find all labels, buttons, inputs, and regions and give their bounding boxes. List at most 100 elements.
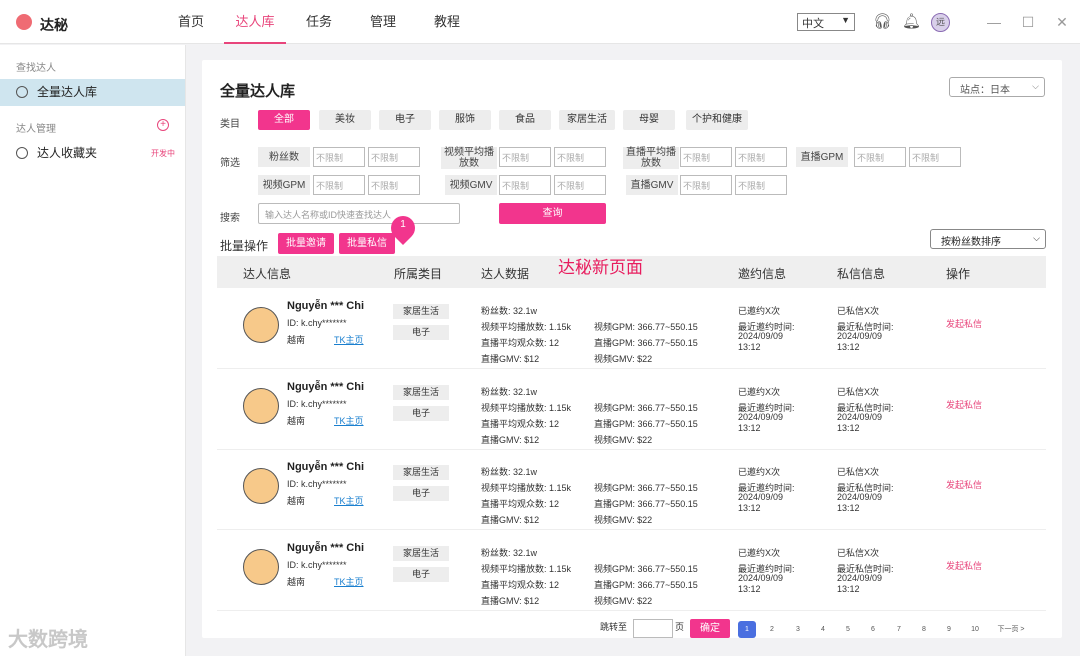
filter-video-gmv-min[interactable]: 不限制 (499, 175, 551, 195)
filter-live-avg-min[interactable]: 不限制 (680, 147, 732, 167)
tk-home-link[interactable]: TK主页 (334, 575, 364, 588)
page-button[interactable]: 10 (966, 621, 984, 638)
headset-icon[interactable]: 🎧︎ (873, 13, 892, 31)
tk-home-link[interactable]: TK主页 (334, 414, 364, 427)
page-button[interactable]: 9 (940, 621, 958, 638)
message-date: 2024/09/09 (837, 492, 883, 502)
filter-live-gpm-max[interactable]: 不限制 (909, 147, 961, 167)
creator-name: Nguyễn *** Chi (287, 300, 365, 312)
batch-invite-button[interactable]: 批量邀请 (278, 233, 334, 254)
filter-video-avg-min[interactable]: 不限制 (499, 147, 551, 167)
filter-live-gmv-max[interactable]: 不限制 (735, 175, 787, 195)
main-nav: 首页 达人库 任务 管理 教程 (160, 0, 480, 44)
message-clock: 13:12 (837, 503, 860, 513)
message-clock: 13:12 (837, 423, 860, 433)
filter-video-avg-max[interactable]: 不限制 (554, 147, 606, 167)
watermark: 大数跨境 (8, 629, 88, 651)
category-tag: 电子 (393, 406, 449, 421)
category-apparel[interactable]: 服饰 (439, 110, 491, 130)
page-button[interactable]: 4 (814, 621, 832, 638)
creator-id: ID: k.chy******* (287, 399, 347, 409)
creator-id: ID: k.chy******* (287, 318, 347, 328)
filter-video-gpm-max[interactable]: 不限制 (368, 175, 420, 195)
category-home[interactable]: 家居生活 (559, 110, 615, 130)
nav-home[interactable]: 首页 (160, 0, 222, 44)
filter-fans-label: 粉丝数 (258, 147, 310, 167)
maximize-icon[interactable]: ☐ (1019, 12, 1037, 32)
nav-manage[interactable]: 管理 (352, 0, 414, 44)
column-header: 所属类目 (394, 267, 443, 281)
column-header: 私信信息 (837, 267, 886, 281)
page-button[interactable]: 1 (738, 621, 756, 638)
site-select[interactable]: 站点：日本 ⌵ (949, 77, 1045, 97)
filter-live-gpm-min[interactable]: 不限制 (854, 147, 906, 167)
live-avg-viewers: 直播平均观众数: 12 (481, 419, 560, 429)
nav-tasks[interactable]: 任务 (288, 0, 350, 44)
search-button[interactable]: 查询 (499, 203, 606, 224)
sidebar-section-find: 查找达人 (16, 63, 56, 74)
creator-avatar (243, 388, 279, 424)
live-gmv: 直播GMV: $12 (481, 515, 540, 525)
app-name: 达秘 (40, 17, 68, 33)
creator-country: 越南 (287, 577, 306, 587)
add-icon[interactable]: + (157, 119, 169, 131)
filter-video-gpm-min[interactable]: 不限制 (313, 175, 365, 195)
send-message-button[interactable]: 发起私信 (946, 478, 982, 491)
close-icon[interactable]: ✕ (1053, 12, 1071, 32)
video-gpm: 视频GPM: 366.77~550.15 (594, 322, 698, 332)
category-electronics[interactable]: 电子 (379, 110, 431, 130)
sidebar-item-favorites[interactable]: 达人收藏夹 开发中 (0, 140, 185, 167)
category-baby[interactable]: 母婴 (623, 110, 675, 130)
message-count: 已私信X次 (837, 306, 880, 316)
page-button[interactable]: 8 (915, 621, 933, 638)
category-personal-care[interactable]: 个护和健康 (686, 110, 748, 130)
send-message-button[interactable]: 发起私信 (946, 398, 982, 411)
page-button[interactable]: 3 (789, 621, 807, 638)
tk-home-link[interactable]: TK主页 (334, 494, 364, 507)
page-button[interactable]: 5 (839, 621, 857, 638)
invite-clock: 13:12 (738, 423, 761, 433)
category-beauty[interactable]: 美妆 (319, 110, 371, 130)
filter-live-avg-max[interactable]: 不限制 (735, 147, 787, 167)
category-all[interactable]: 全部 (258, 110, 310, 130)
creator-name: Nguyễn *** Chi (287, 381, 365, 393)
video-gmv: 视频GMV: $22 (594, 515, 653, 525)
table-row: Nguyễn *** Chi ID: k.chy******* 越南 TK主页 … (217, 288, 1046, 369)
language-value: 中文 (802, 18, 824, 30)
category-food[interactable]: 食品 (499, 110, 551, 130)
nav-tutorial[interactable]: 教程 (416, 0, 478, 44)
filter-live-gpm-label: 直播GPM (796, 147, 848, 167)
filter-video-gmv-max[interactable]: 不限制 (554, 175, 606, 195)
page-button[interactable]: 2 (763, 621, 781, 638)
batch-message-button[interactable]: 批量私信 (339, 233, 395, 254)
bell-icon[interactable]: 🔔︎ (902, 13, 921, 31)
send-message-button[interactable]: 发起私信 (946, 559, 982, 572)
page-button[interactable]: 7 (890, 621, 908, 638)
message-clock: 13:12 (837, 342, 860, 352)
language-select[interactable]: 中文 ▼ (797, 13, 855, 31)
minimize-icon[interactable]: — (985, 12, 1003, 32)
filter-fans-min[interactable]: 不限制 (313, 147, 365, 167)
chevron-down-icon: ⌵ (1033, 233, 1040, 243)
confirm-page-button[interactable]: 确定 (690, 619, 730, 638)
page-jump-input[interactable] (633, 619, 673, 638)
user-avatar[interactable]: 远 (931, 13, 950, 32)
filter-fans-max[interactable]: 不限制 (368, 147, 420, 167)
message-date: 2024/09/09 (837, 331, 883, 341)
video-gmv: 视频GMV: $22 (594, 354, 653, 364)
creator-id: ID: k.chy******* (287, 479, 347, 489)
filter-video-avg-label: 视频平均播放数 (441, 147, 497, 169)
send-message-button[interactable]: 发起私信 (946, 317, 982, 330)
sidebar-item-all-creators[interactable]: 全量达人库 (0, 79, 185, 106)
nav-creator-library[interactable]: 达人库 (224, 0, 286, 44)
tk-home-link[interactable]: TK主页 (334, 333, 364, 346)
fans-count: 粉丝数: 32.1w (481, 548, 538, 558)
search-input[interactable]: 输入达人名称或ID快速查找达人 (258, 203, 460, 224)
app-logo-icon (16, 14, 32, 30)
filter-live-gmv-min[interactable]: 不限制 (680, 175, 732, 195)
category-tag: 家居生活 (393, 546, 449, 561)
next-page-button[interactable]: 下一页 > (994, 621, 1028, 638)
page-button[interactable]: 6 (864, 621, 882, 638)
filter-live-avg-label: 直播平均播放数 (623, 147, 679, 169)
sort-select[interactable]: 按粉丝数排序 ⌵ (930, 229, 1046, 249)
